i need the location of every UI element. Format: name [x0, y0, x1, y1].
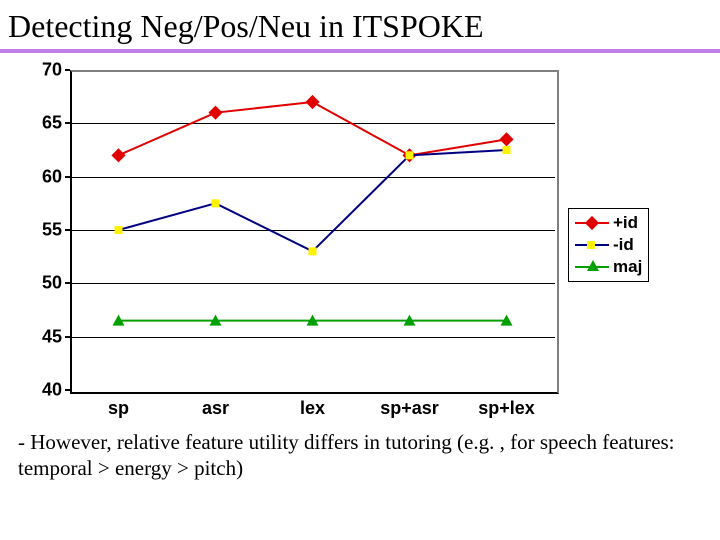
legend-item: maj [575, 256, 642, 278]
series-line--id [119, 150, 507, 251]
legend-item: -id [575, 234, 642, 256]
series-line-+id [119, 102, 507, 155]
page-title: Detecting Neg/Pos/Neu in ITSPOKE [0, 0, 720, 49]
caption-text: - However, relative feature utility diff… [0, 425, 720, 482]
legend-label: +id [613, 213, 638, 233]
legend-label: -id [613, 235, 634, 255]
legend-label: maj [613, 257, 642, 277]
chart-svg [10, 65, 560, 425]
chart: 40455055606570spasrlexsp+asrsp+lex [10, 65, 560, 425]
legend-item: +id [575, 212, 642, 234]
legend: +id-idmaj [568, 208, 649, 282]
